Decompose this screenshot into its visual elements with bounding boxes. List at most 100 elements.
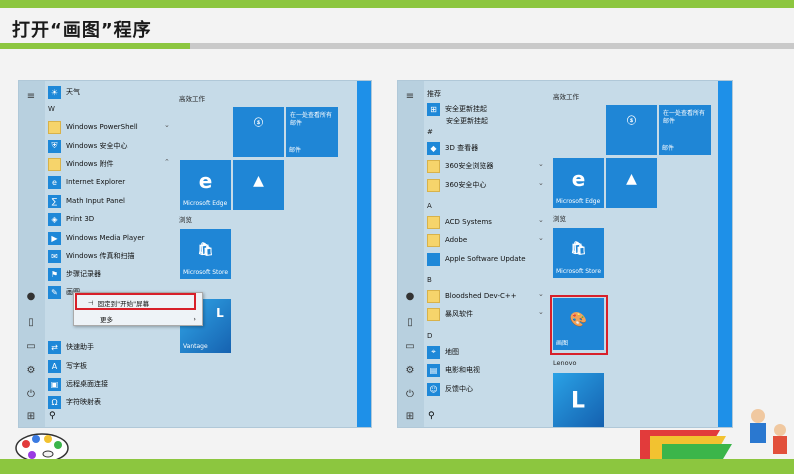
list-item[interactable]: Ω 字符映射表: [48, 394, 101, 410]
list-item-label: Adobe: [445, 236, 468, 244]
power-icon[interactable]: ⏻: [24, 389, 38, 401]
chevron-icon[interactable]: ⌄: [538, 234, 544, 242]
chevron-right-icon: ›: [193, 315, 196, 323]
list-item[interactable]: Windows PowerShell: [48, 119, 138, 135]
edge-icon: e: [198, 169, 213, 193]
settings-icon[interactable]: ⚙: [403, 365, 417, 377]
list-item[interactable]: ☀ 天气: [48, 84, 80, 100]
pictures-icon[interactable]: ▭: [24, 341, 38, 353]
tile-skype[interactable]: ⓢ: [606, 105, 657, 155]
film-icon: ▤: [427, 363, 440, 377]
store-icon: 🛍: [570, 241, 587, 257]
list-item[interactable]: A 写字板: [48, 358, 87, 374]
list-item[interactable]: ◆ 3D 查看器: [427, 140, 478, 156]
list-item[interactable]: Apple Software Update: [427, 251, 526, 267]
tile-store[interactable]: 🛍 Microsoft Store: [180, 229, 231, 279]
chevron-icon[interactable]: ⌄: [538, 290, 544, 298]
list-item-label: Windows PowerShell: [66, 123, 138, 131]
group-browse: 浏览: [179, 216, 192, 224]
windows-start-icon[interactable]: ⊞: [24, 411, 38, 423]
map-icon: ⌖: [427, 345, 440, 359]
charmap-icon: Ω: [48, 395, 61, 409]
rdp-icon: ▣: [48, 377, 61, 391]
list-item-label: Windows Media Player: [66, 234, 145, 242]
avatar[interactable]: ●: [403, 291, 417, 303]
tile-mail[interactable]: 在一处查看所有邮件 邮件: [286, 107, 338, 157]
tile-edge[interactable]: e Microsoft Edge: [180, 160, 231, 210]
list-item[interactable]: 暴风软件: [427, 306, 473, 322]
hamburger-icon[interactable]: ≡: [24, 91, 38, 103]
vantage-logo: L: [216, 306, 224, 320]
list-item[interactable]: ⊞安全更新挂起: [446, 113, 488, 129]
avatar[interactable]: ●: [24, 291, 38, 303]
list-item[interactable]: ✉ Windows 传真和扫描: [48, 248, 134, 264]
list-item[interactable]: ⚑ 步骤记录器: [48, 266, 101, 282]
group-lenovo: Lenovo: [553, 359, 577, 367]
list-item[interactable]: Windows 附件: [48, 156, 113, 172]
photos-icon: ▲: [253, 173, 264, 189]
tile-skype[interactable]: ⓢ: [233, 107, 284, 157]
list-item[interactable]: 360安全浏览器: [427, 158, 493, 174]
ie-icon: e: [48, 175, 61, 189]
chevron-icon[interactable]: ⌄: [538, 179, 544, 187]
start-rail: ≡ ● ▯ ▭ ⚙ ⏻ ⊞: [19, 81, 45, 427]
mail-tile-label: 邮件: [662, 145, 675, 152]
sun-icon: ☀: [48, 85, 61, 99]
list-item[interactable]: ▤ 电影和电视: [427, 362, 480, 378]
section-letter-w: W: [48, 105, 55, 113]
document-icon[interactable]: ▯: [403, 317, 417, 329]
skype-icon: ⓢ: [626, 116, 637, 127]
list-item[interactable]: Bloodshed Dev-C++: [427, 288, 517, 304]
tile-photos[interactable]: ▲: [233, 160, 284, 210]
list-item-label: 步骤记录器: [66, 270, 101, 278]
list-item[interactable]: 360安全中心: [427, 177, 486, 193]
feedback-icon: ☺: [427, 382, 440, 396]
list-item-label: Apple Software Update: [445, 255, 526, 263]
chevron-icon[interactable]: ⌄: [538, 160, 544, 168]
chevron-icon[interactable]: ⌄: [164, 121, 170, 129]
windows-start-icon[interactable]: ⊞: [403, 411, 417, 423]
list-item[interactable]: ☺ 反馈中心: [427, 381, 473, 397]
list-item-label: 360安全浏览器: [445, 162, 494, 170]
list-item[interactable]: ∑ Math Input Panel: [48, 193, 125, 209]
list-item[interactable]: ACD Systems: [427, 214, 492, 230]
list-item-label: 3D 查看器: [445, 144, 479, 152]
tile-lenovo-vantage[interactable]: L: [553, 373, 604, 427]
section-header: B: [427, 276, 432, 284]
list-item-label: Print 3D: [66, 215, 95, 223]
search-icon[interactable]: ⚲: [428, 411, 435, 421]
search-icon[interactable]: ⚲: [49, 411, 56, 421]
math-icon: ∑: [48, 194, 61, 208]
menu-item-more[interactable]: 更多 ›: [74, 312, 202, 326]
mail-tile-label: 邮件: [289, 147, 302, 154]
tile-photos[interactable]: ▲: [606, 158, 657, 208]
apple-icon: [427, 252, 440, 266]
list-item[interactable]: ▣ 远程桌面连接: [48, 376, 108, 392]
list-item[interactable]: Adobe: [427, 232, 467, 248]
chevron-icon[interactable]: ⌄: [538, 308, 544, 316]
vantage-logo: L: [570, 388, 586, 414]
list-item[interactable]: e Internet Explorer: [48, 174, 125, 190]
chevron-icon[interactable]: ⌃: [164, 158, 170, 166]
tile-store[interactable]: 🛍 Microsoft Store: [553, 228, 604, 278]
tile-mail[interactable]: 在一处查看所有邮件 邮件: [659, 105, 711, 155]
list-item[interactable]: ⛨ Windows 安全中心: [48, 138, 127, 154]
chevron-icon[interactable]: ⌄: [538, 216, 544, 224]
tile-edge[interactable]: e Microsoft Edge: [553, 158, 604, 208]
skype-icon: ⓢ: [253, 118, 264, 129]
pictures-icon[interactable]: ▭: [403, 341, 417, 353]
steps-icon: ⚑: [48, 267, 61, 281]
document-icon[interactable]: ▯: [24, 317, 38, 329]
highlight-paint-tile: [550, 295, 608, 355]
list-item[interactable]: ◈ Print 3D: [48, 211, 94, 227]
list-item[interactable]: ⇄ 快速助手: [48, 339, 94, 355]
hamburger-icon[interactable]: ≡: [403, 91, 417, 103]
right-blue-edge: [718, 81, 732, 427]
list-item[interactable]: ▶ Windows Media Player: [48, 230, 145, 246]
page-title: 打开“画图”程序: [12, 20, 152, 41]
list-item[interactable]: ⌖ 地图: [427, 344, 459, 360]
settings-icon[interactable]: ⚙: [24, 365, 38, 377]
folder-icon: [427, 178, 440, 192]
edge-tile-label: Microsoft Edge: [556, 198, 601, 205]
power-icon[interactable]: ⏻: [403, 389, 417, 401]
